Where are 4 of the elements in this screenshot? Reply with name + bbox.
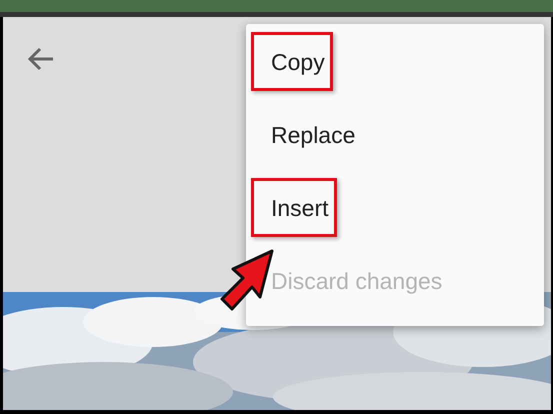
menu-item[interactable]: Insert — [246, 172, 544, 245]
menu-item[interactable]: Copy — [246, 26, 544, 99]
back-icon[interactable] — [27, 47, 55, 71]
menu-item[interactable]: Replace — [246, 99, 544, 172]
